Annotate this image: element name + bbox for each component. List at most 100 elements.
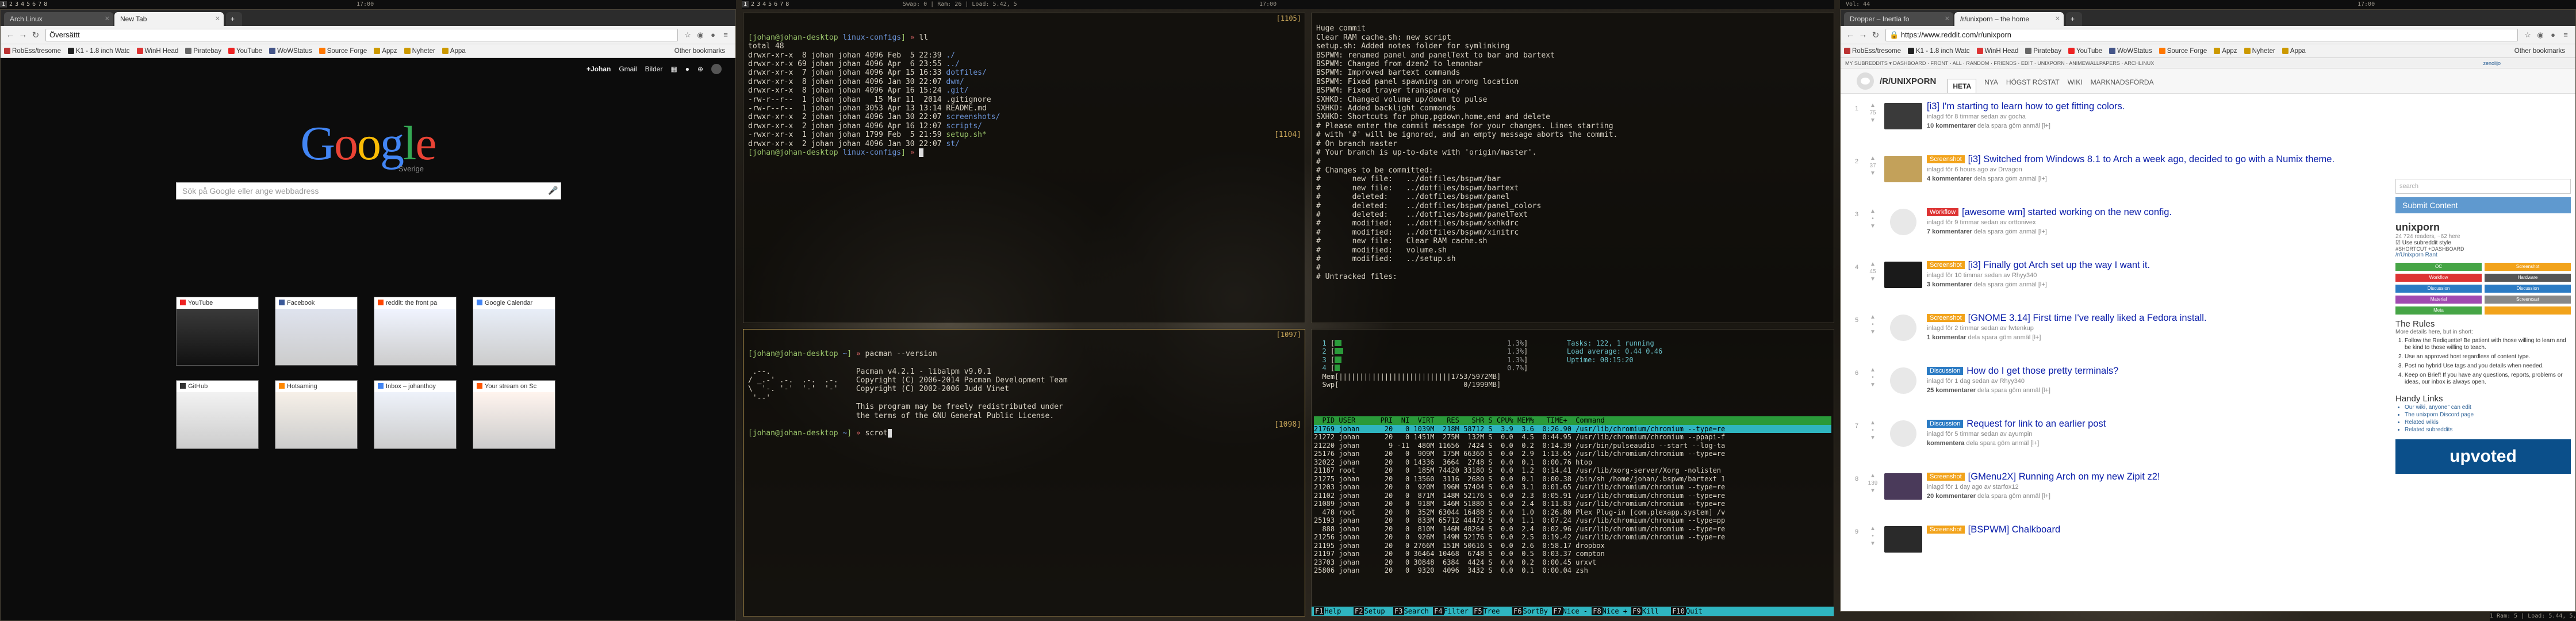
workspace-7[interactable]: 7 xyxy=(38,1,41,7)
vote-arrows[interactable]: ▲ • ▼ xyxy=(1867,525,1879,547)
back-icon[interactable]: ← xyxy=(4,30,17,40)
flair-filter-button[interactable]: Hardware xyxy=(2485,274,2571,282)
tab-new[interactable]: NYA xyxy=(1984,78,1998,86)
tab-top[interactable]: HÖGST RÖSTAT xyxy=(2006,78,2060,86)
menu-icon[interactable]: ≡ xyxy=(719,30,732,39)
back-icon[interactable]: ← xyxy=(1844,30,1857,40)
vote-arrows[interactable]: ▲ 37 ▼ xyxy=(1867,155,1879,177)
bookmark-item[interactable]: Piratebay xyxy=(185,47,221,55)
post-title[interactable]: Discussion Request for link to an earlier… xyxy=(1927,418,2387,430)
post-actions[interactable]: 1 kommentar dela spara göm anmäl [l+] xyxy=(1927,333,2387,342)
new-tab-button[interactable]: + xyxy=(2066,12,2082,26)
vote-arrows[interactable]: ▲ • ▼ xyxy=(1867,419,1879,442)
bookmark-item[interactable]: Source Forge xyxy=(319,47,367,55)
avatar[interactable] xyxy=(711,64,722,74)
share-icon[interactable]: ⊕ xyxy=(697,65,703,73)
process-row[interactable]: 21256 johan 20 0 926M 149M 52176 S 0.0 2… xyxy=(1314,533,1831,542)
address-bar[interactable]: 🔒 https://www.reddit.com/r/unixporn xyxy=(1885,28,2518,41)
tab-arch-linux[interactable]: Arch Linux ✕ xyxy=(4,12,113,26)
post-actions[interactable]: 20 kommentarer dela spara göm anmäl [l+] xyxy=(1927,492,2387,501)
extension-icon[interactable]: ◉ xyxy=(694,30,707,40)
process-row[interactable]: 21220 johan 9 -11 480M 11656 7424 S 0.0 … xyxy=(1314,442,1831,450)
bookmark-item[interactable]: Nyheter xyxy=(404,47,435,55)
post-title[interactable]: Screenshot [i3] Finally got Arch set up t… xyxy=(1927,259,2387,271)
workspace-3[interactable]: 3 xyxy=(15,1,18,7)
post-thumbnail[interactable] xyxy=(1884,156,1922,182)
shortcut-links[interactable]: #SHORTCUT +DASHBOARD xyxy=(2395,246,2571,252)
bookmark-item[interactable]: Appz xyxy=(374,47,397,55)
process-row[interactable]: 21102 johan 20 0 871M 148M 52176 S 0.0 2… xyxy=(1314,492,1831,500)
workspace-8[interactable]: 8 xyxy=(44,1,47,7)
upvote-icon[interactable]: ▲ xyxy=(1867,366,1879,374)
reload-icon[interactable]: ↻ xyxy=(29,30,42,40)
upvote-icon[interactable]: ▲ xyxy=(1867,208,1879,215)
post-actions[interactable]: 4 kommentarer dela spara göm anmäl [l+] xyxy=(1927,174,2387,183)
workspace-8[interactable]: 8 xyxy=(785,1,789,7)
bookmark-item[interactable]: K1 - 1.8 inch Watc xyxy=(1908,47,1970,55)
bookmark-item[interactable]: WinH Head xyxy=(136,47,178,55)
htop-key[interactable]: F6 xyxy=(1512,607,1523,615)
bookmark-item[interactable]: Appz xyxy=(2214,47,2237,55)
workspace-list[interactable]: 12345678 xyxy=(742,1,791,7)
flair-filter-button[interactable]: Screenshot xyxy=(2485,263,2571,271)
post-title[interactable]: Screenshot [BSPWM] Chalkboard xyxy=(1927,524,2387,536)
bookmark-item[interactable]: Appa xyxy=(442,47,466,55)
bookmark-item[interactable]: RobEss/tresome xyxy=(1844,47,1901,55)
most-visited-tile[interactable]: Inbox – johanthoy xyxy=(374,380,457,449)
sidebar-link[interactable]: Related subreddits xyxy=(2405,426,2571,434)
htop-key[interactable]: F8 xyxy=(1592,607,1603,615)
workspace-list[interactable]: 12345678 xyxy=(0,1,49,7)
bookmark-item[interactable]: YouTube xyxy=(228,47,262,55)
forward-icon[interactable]: → xyxy=(17,30,29,40)
submit-content-button[interactable]: Submit Content xyxy=(2395,197,2571,213)
post-thumbnail[interactable] xyxy=(1890,209,1916,235)
process-row[interactable]: 888 johan 20 0 810M 146M 48264 S 0.0 2.4… xyxy=(1314,525,1831,534)
downvote-icon[interactable]: ▼ xyxy=(1867,117,1879,124)
downvote-icon[interactable]: ▼ xyxy=(1867,275,1879,283)
most-visited-tile[interactable]: GitHub xyxy=(176,380,259,449)
post-thumbnail[interactable] xyxy=(1890,315,1916,341)
gmail-link[interactable]: Gmail xyxy=(619,65,637,73)
process-row[interactable]: 23703 johan 20 0 30848 6384 4424 S 0.0 0… xyxy=(1314,558,1831,567)
htop-key[interactable]: F9 xyxy=(1631,607,1642,615)
post-actions[interactable]: 3 kommentarer dela spara göm anmäl [l+] xyxy=(1927,280,2387,289)
bookmark-item[interactable]: WoWStatus xyxy=(269,47,312,55)
process-row[interactable]: 25193 johan 20 0 833M 65712 44472 S 0.0 … xyxy=(1314,516,1831,525)
workspace-7[interactable]: 7 xyxy=(780,1,783,7)
process-row[interactable]: 21195 johan 20 0 2766M 151M 50616 S 0.0 … xyxy=(1314,542,1831,550)
workspace-1[interactable]: 1 xyxy=(0,1,7,7)
workspace-1[interactable]: 1 xyxy=(742,1,749,7)
bookmark-item[interactable]: Appa xyxy=(2282,47,2306,55)
bookmark-item[interactable]: Piratebay xyxy=(2025,47,2061,55)
process-row[interactable]: 21272 johan 20 0 1451M 275M 132M S 0.0 4… xyxy=(1314,433,1831,442)
post-title[interactable]: Screenshot [i3] Switched from Windows 8.1… xyxy=(1927,154,2387,166)
vote-arrows[interactable]: ▲ 45 ▼ xyxy=(1867,260,1879,283)
bookmark-item[interactable]: YouTube xyxy=(2068,47,2102,55)
other-bookmarks[interactable]: Other bookmarks xyxy=(2514,48,2565,55)
bookmark-item[interactable]: Nyheter xyxy=(2244,47,2275,55)
process-row[interactable]: 478 root 20 0 352M 63044 16488 S 0.0 1.0… xyxy=(1314,508,1831,517)
search-input[interactable]: Sök på Google eller ange webbadress xyxy=(176,182,561,200)
vote-arrows[interactable]: ▲ • ▼ xyxy=(1867,208,1879,230)
bookmark-item[interactable]: WoWStatus xyxy=(2109,47,2152,55)
menu-icon[interactable]: ≡ xyxy=(2559,30,2572,39)
workspace-3[interactable]: 3 xyxy=(757,1,760,7)
htop-key[interactable]: F10 xyxy=(1671,607,1686,615)
flair-filter-button[interactable]: Material xyxy=(2395,296,2482,304)
most-visited-tile[interactable]: Facebook xyxy=(275,297,358,366)
most-visited-tile[interactable]: Your stream on Sc xyxy=(473,380,555,449)
post-title[interactable]: [i3] I'm starting to learn how to get fi… xyxy=(1927,101,2387,113)
flair-filter-button[interactable]: Discussion xyxy=(2395,285,2482,293)
process-row[interactable]: 21187 root 20 0 185M 74420 33180 S 0.0 1… xyxy=(1314,466,1831,475)
extension-icon[interactable]: ◉ xyxy=(2534,30,2547,40)
downvote-icon[interactable]: ▼ xyxy=(1867,381,1879,389)
close-tab-icon[interactable]: ✕ xyxy=(1945,12,1950,26)
post-thumbnail[interactable] xyxy=(1890,420,1916,447)
tab-wiki[interactable]: WIKI xyxy=(2068,78,2083,86)
workspace-6[interactable]: 6 xyxy=(32,1,36,7)
terminal-pacman[interactable]: [1097] [johan@johan-desktop ~] » pacman … xyxy=(743,329,1305,616)
flair-filter-button[interactable]: Meta xyxy=(2395,306,2482,315)
process-header[interactable]: PID USER PRI NI VIRT RES SHR S CPU% MEM%… xyxy=(1314,416,1831,425)
process-row[interactable]: 32022 johan 20 0 14336 3664 2748 S 0.0 0… xyxy=(1314,458,1831,467)
workspace-5[interactable]: 5 xyxy=(768,1,772,7)
